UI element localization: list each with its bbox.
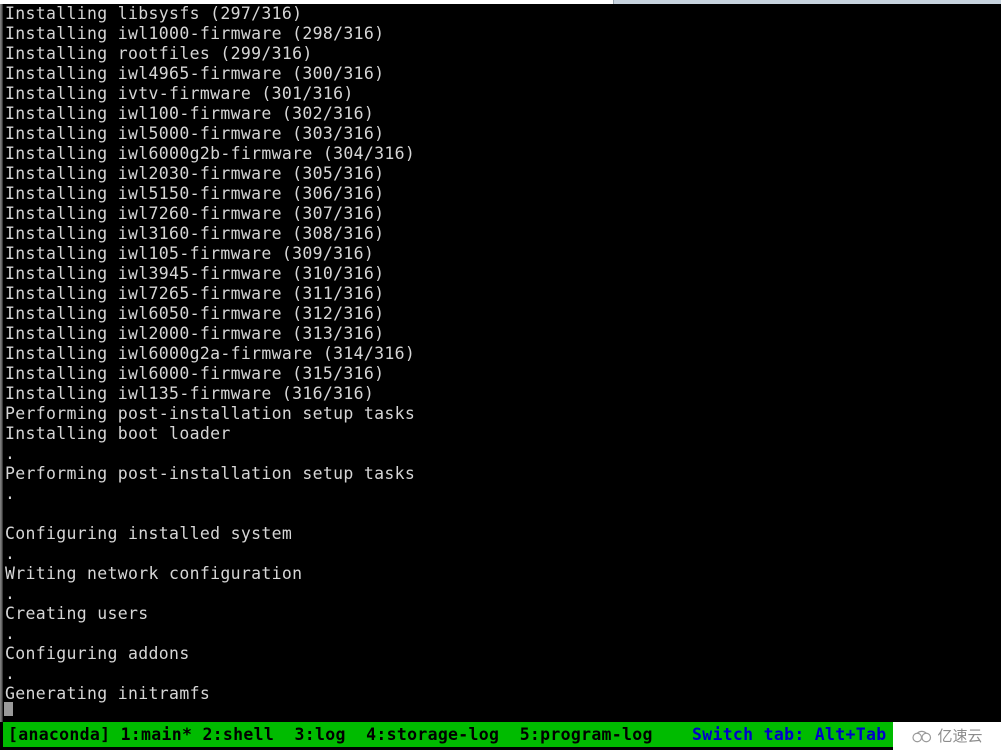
console-line: Installing iwl2030-firmware (305/316): [5, 164, 385, 183]
status-bar: [anaconda] 1:main* 2:shell 3:log 4:stora…: [0, 722, 1001, 750]
installer-screen: Installing libsysfs (297/316) Installing …: [0, 0, 1001, 750]
console-line: Installing iwl3160-firmware (308/316): [5, 224, 385, 243]
console-line: Configuring installed system: [5, 524, 293, 543]
console-line: Installing iwl7265-firmware (311/316): [5, 284, 385, 303]
cloud-icon: [912, 730, 932, 742]
console-line: Installing iwl5000-firmware (303/316): [5, 124, 385, 143]
watermark: 亿速云: [893, 722, 1001, 750]
console-output[interactable]: Installing libsysfs (297/316) Installing …: [4, 4, 1001, 718]
console-line: Performing post-installation setup tasks: [5, 404, 416, 423]
console-line: Installing iwl4965-firmware (300/316): [5, 64, 385, 83]
console-line: .: [5, 484, 16, 503]
console-line: Installing iwl6050-firmware (312/316): [5, 304, 385, 323]
watermark-text: 亿速云: [937, 726, 983, 745]
console-line: Installing boot loader: [5, 424, 231, 443]
console-line: Installing iwl6000g2b-firmware (304/316): [5, 144, 416, 163]
console-line: .: [5, 624, 16, 643]
console-line: .: [5, 664, 16, 683]
console-line: Installing iwl105-firmware (309/316): [5, 244, 375, 263]
status-bar-switch-hint: Switch tab: Alt+Tab: [692, 725, 887, 744]
console-line: Installing iwl7260-firmware (307/316): [5, 204, 385, 223]
console-line: Performing post-installation setup tasks: [5, 464, 416, 483]
console-line: Creating users: [5, 604, 149, 623]
console-line: Installing iwl135-firmware (316/316): [5, 384, 375, 403]
console-line: Installing iwl1000-firmware (298/316): [5, 24, 385, 43]
console-line: Installing iwl5150-firmware (306/316): [5, 184, 385, 203]
console-left-border: [0, 4, 3, 722]
status-bar-tabs[interactable]: [anaconda] 1:main* 2:shell 3:log 4:stora…: [8, 722, 653, 747]
console-line: .: [5, 444, 16, 463]
console-line: Writing network configuration: [5, 564, 303, 583]
console-line: Installing libsysfs (297/316): [5, 4, 303, 23]
terminal-cursor: [4, 702, 13, 716]
console-line: .: [5, 584, 16, 603]
console-line: Configuring addons: [5, 644, 190, 663]
console-line: .: [5, 544, 16, 563]
console-line: Installing ivtv-firmware (301/316): [5, 84, 354, 103]
console-line: Installing rootfiles (299/316): [5, 44, 313, 63]
console-line: Installing iwl6000g2a-firmware (314/316): [5, 344, 416, 363]
console-line: Installing iwl6000-firmware (315/316): [5, 364, 385, 383]
console-line: Installing iwl2000-firmware (313/316): [5, 324, 385, 343]
console-line: Installing iwl3945-firmware (310/316): [5, 264, 385, 283]
console-line: Generating initramfs: [5, 684, 211, 703]
console-line: Installing iwl100-firmware (302/316): [5, 104, 375, 123]
